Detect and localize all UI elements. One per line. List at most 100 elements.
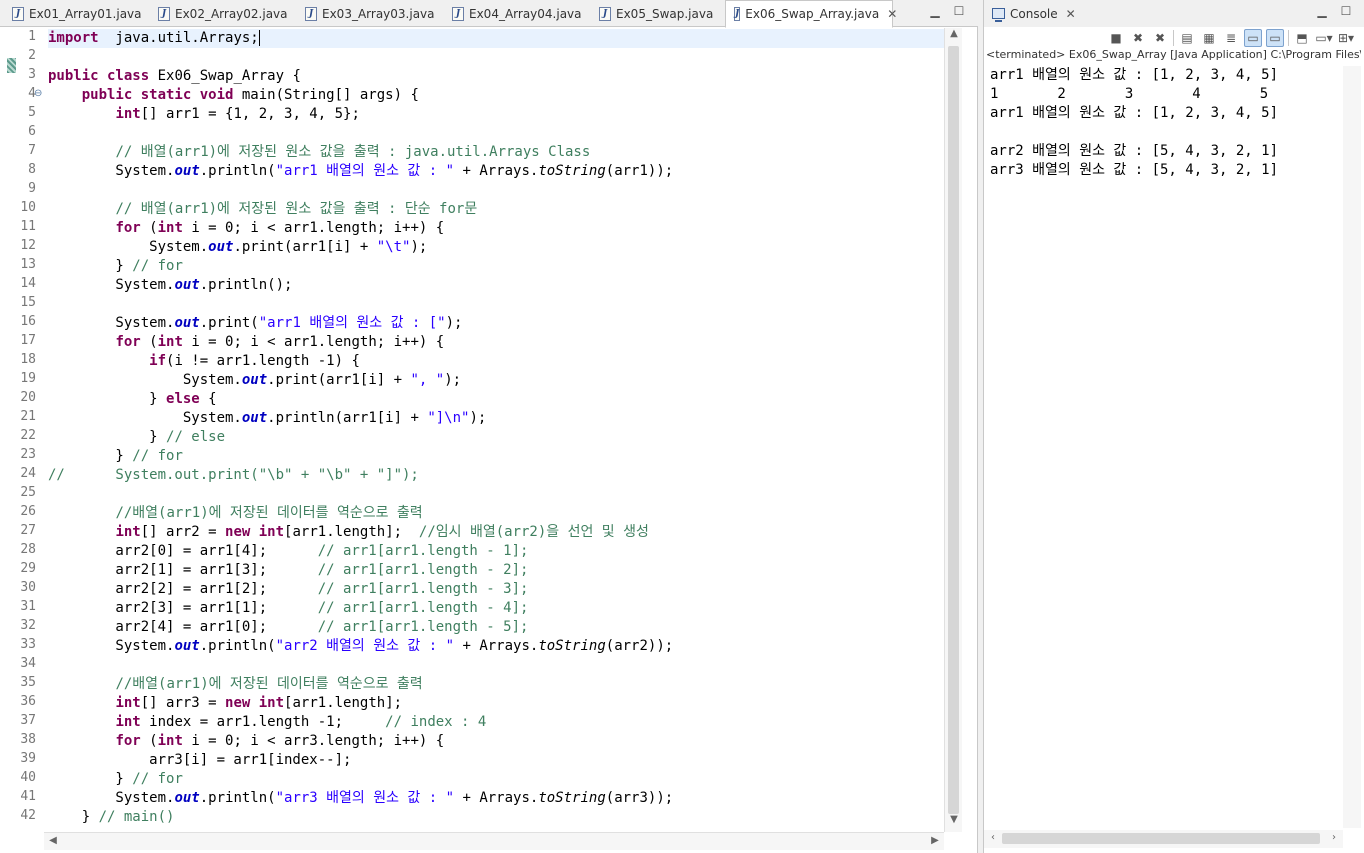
tab-ex05[interactable]: J Ex05_Swap.java: [591, 0, 713, 27]
code-line[interactable]: public static void main(String[] args) {: [48, 86, 419, 105]
word-wrap-icon[interactable]: ≣: [1222, 29, 1240, 47]
code-line[interactable]: arr2[2] = arr1[2]; // arr1[arr1.length -…: [48, 580, 528, 599]
show-on-stderr-icon[interactable]: ▭: [1266, 29, 1284, 47]
code-token: arr2[4] = arr1[0];: [48, 619, 318, 635]
tab-ex04[interactable]: J Ex04_Array04.java: [444, 0, 582, 27]
code-token: }: [48, 391, 167, 407]
minimize-icon[interactable]: ▁: [928, 4, 942, 18]
code-token: (arr3));: [605, 790, 674, 806]
code-line[interactable]: // 배열(arr1)에 저장된 원소 값을 출력 : 단순 for문: [48, 200, 477, 219]
scroll-right-icon[interactable]: ▶: [926, 835, 944, 846]
line-number: 23: [20, 447, 36, 462]
line-number: 39: [20, 751, 36, 766]
line-number: 22: [20, 428, 36, 443]
scroll-up-icon[interactable]: ▲: [945, 28, 963, 39]
code-line[interactable]: // 배열(arr1)에 저장된 원소 값을 출력 : java.util.Ar…: [48, 143, 590, 162]
code-line[interactable]: //배열(arr1)에 저장된 데이터를 역순으로 출력: [48, 504, 422, 523]
code-line[interactable]: } else {: [48, 390, 216, 409]
code-editor[interactable]: import java.util.Arrays; public class Ex0…: [48, 28, 944, 832]
code-token: arr3[i] = arr1[index--];: [48, 752, 352, 768]
fold-collapse-icon[interactable]: ⊖: [34, 88, 44, 99]
code-token: .println(: [199, 163, 276, 179]
code-line[interactable]: public class Ex06_Swap_Array {: [48, 67, 301, 86]
code-token: System.: [48, 790, 175, 806]
tab-ex03[interactable]: J Ex03_Array03.java: [297, 0, 435, 27]
code-line[interactable]: System.out.println("arr3 배열의 원소 값 : " + …: [48, 789, 673, 808]
code-token: arr2[0] = arr1[4];: [48, 543, 318, 559]
code-line[interactable]: int[] arr3 = new int[arr1.length];: [48, 694, 402, 713]
code-line[interactable]: for (int i = 0; i < arr3.length; i++) {: [48, 732, 444, 751]
close-icon[interactable]: ✕: [1066, 7, 1076, 21]
code-token: //배열(arr1)에 저장된 데이터를 역순으로 출력: [115, 676, 423, 692]
scroll-right-icon[interactable]: ›: [1325, 832, 1343, 843]
code-line[interactable]: if(i != arr1.length -1) {: [48, 352, 360, 371]
code-token: "arr1 배열의 원소 값 : ": [275, 163, 455, 179]
editor-horizontal-scrollbar[interactable]: ◀ ▶: [44, 832, 944, 850]
console-output[interactable]: arr1 배열의 원소 값 : [1, 2, 3, 4, 5] 1 2 3 4 5…: [990, 66, 1340, 180]
java-file-icon: J: [158, 6, 170, 21]
maximize-icon[interactable]: ☐: [952, 4, 966, 18]
code-token: System.: [48, 372, 242, 388]
minimize-icon[interactable]: ▁: [1315, 4, 1329, 18]
code-line[interactable]: System.out.print(arr1[i] + ", ");: [48, 371, 461, 390]
code-line[interactable]: arr2[4] = arr1[0]; // arr1[arr1.length -…: [48, 618, 528, 637]
line-number: 5: [28, 105, 36, 120]
code-line[interactable]: System.out.print(arr1[i] + "\t");: [48, 238, 427, 257]
scrollbar-thumb[interactable]: [1002, 833, 1320, 844]
code-line[interactable]: // System.out.print("\b" + "\b" + "]");: [48, 466, 419, 485]
close-icon[interactable]: ✕: [887, 7, 897, 21]
console-horizontal-scrollbar[interactable]: ‹ ›: [984, 830, 1343, 848]
code-line[interactable]: System.out.println("arr1 배열의 원소 값 : " + …: [48, 162, 673, 181]
show-on-stdout-icon[interactable]: ▭: [1244, 29, 1262, 47]
line-number: 18: [20, 352, 36, 367]
scroll-lock-icon[interactable]: ▦: [1200, 29, 1218, 47]
code-line[interactable]: arr2[3] = arr1[1]; // arr1[arr1.length -…: [48, 599, 528, 618]
code-line[interactable]: } // for: [48, 770, 182, 789]
code-line[interactable]: } // for: [48, 257, 182, 276]
display-console-icon[interactable]: ▭▾: [1315, 29, 1333, 47]
code-line[interactable]: arr3[i] = arr1[index--];: [48, 751, 351, 770]
remove-all-icon[interactable]: ✖: [1151, 29, 1169, 47]
code-line[interactable]: } // else: [48, 428, 225, 447]
scroll-left-icon[interactable]: ◀: [44, 835, 62, 846]
console-vertical-scrollbar[interactable]: [1343, 66, 1361, 828]
java-file-icon: J: [734, 7, 741, 21]
scroll-down-icon[interactable]: ▼: [945, 814, 963, 825]
line-number: 16: [20, 314, 36, 329]
pin-console-icon[interactable]: ⬒: [1293, 29, 1311, 47]
tab-console[interactable]: Console ✕: [988, 2, 1080, 25]
line-number: 34: [20, 656, 36, 671]
line-number: 41: [20, 789, 36, 804]
code-line[interactable]: int[] arr1 = {1, 2, 3, 4, 5};: [48, 105, 359, 124]
tab-ex01[interactable]: J Ex01_Array01.java: [4, 0, 142, 27]
clear-console-icon[interactable]: ▤: [1178, 29, 1196, 47]
code-line[interactable]: //배열(arr1)에 저장된 데이터를 역순으로 출력: [48, 675, 423, 694]
code-line[interactable]: for (int i = 0; i < arr1.length; i++) {: [48, 219, 444, 238]
code-token: arr2[1] = arr1[3];: [48, 562, 318, 578]
code-line[interactable]: } // main(): [48, 808, 175, 827]
code-line[interactable]: } // for: [48, 447, 183, 466]
open-console-icon[interactable]: ⊞▾: [1337, 29, 1355, 47]
scrollbar-thumb[interactable]: [948, 46, 959, 814]
code-line[interactable]: import java.util.Arrays;: [48, 29, 944, 48]
editor-vertical-scrollbar[interactable]: ▲ ▼: [944, 28, 962, 832]
code-token: // for: [132, 448, 183, 464]
terminate-icon[interactable]: ■: [1107, 29, 1125, 47]
code-line[interactable]: int index = arr1.length -1; // index : 4: [48, 713, 486, 732]
code-token: toString: [538, 638, 606, 654]
maximize-icon[interactable]: ☐: [1339, 4, 1353, 18]
code-line[interactable]: for (int i = 0; i < arr1.length; i++) {: [48, 333, 444, 352]
code-line[interactable]: System.out.println();: [48, 276, 292, 295]
scroll-left-icon[interactable]: ‹: [984, 832, 1002, 843]
code-line[interactable]: int[] arr2 = new int[arr1.length]; //임시 …: [48, 523, 648, 542]
line-number: 17: [20, 333, 36, 348]
code-line[interactable]: System.out.print("arr1 배열의 원소 값 : [");: [48, 314, 462, 333]
tab-ex02[interactable]: J Ex02_Array02.java: [150, 0, 288, 27]
tab-ex06[interactable]: J Ex06_Swap_Array.java ✕: [725, 0, 897, 28]
code-line[interactable]: System.out.println(arr1[i] + "]\n");: [48, 409, 486, 428]
code-line[interactable]: arr2[1] = arr1[3]; // arr1[arr1.length -…: [48, 561, 528, 580]
code-line[interactable]: arr2[0] = arr1[4]; // arr1[arr1.length -…: [48, 542, 528, 561]
code-token: public static void: [81, 87, 234, 103]
remove-launch-icon[interactable]: ✖: [1129, 29, 1147, 47]
code-line[interactable]: System.out.println("arr2 배열의 원소 값 : " + …: [48, 637, 673, 656]
